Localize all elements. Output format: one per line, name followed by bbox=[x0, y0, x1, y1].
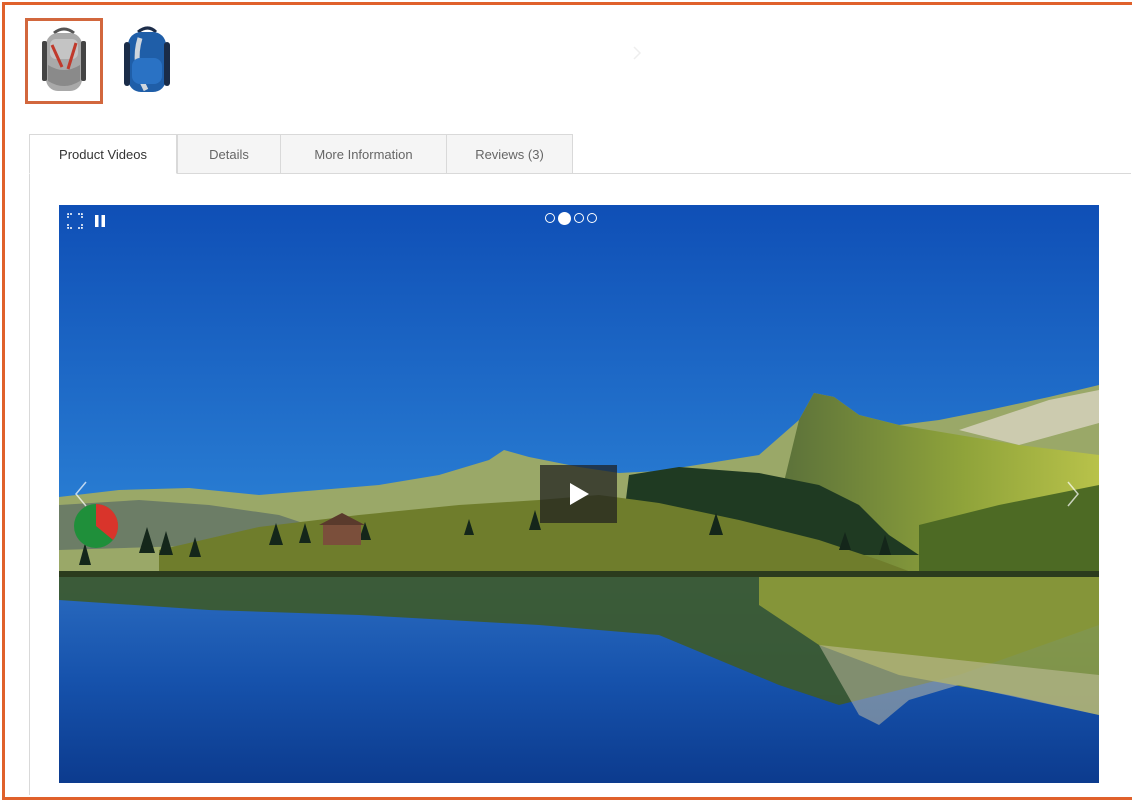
slide-dot-4[interactable] bbox=[587, 213, 597, 223]
tab-more-information[interactable]: More Information bbox=[280, 134, 447, 174]
tab-label: Reviews (3) bbox=[475, 146, 544, 162]
fullscreen-icon[interactable] bbox=[67, 213, 83, 229]
tab-details[interactable]: Details bbox=[177, 134, 281, 174]
gray-backpack-icon bbox=[42, 27, 86, 91]
video-player[interactable] bbox=[59, 205, 1099, 783]
next-arrow-icon bbox=[633, 46, 642, 60]
slide-indicator bbox=[545, 212, 597, 227]
slide-dot-1[interactable] bbox=[545, 213, 555, 223]
tab-reviews[interactable]: Reviews (3) bbox=[446, 134, 573, 174]
thumbnail-blue-backpack[interactable] bbox=[107, 18, 185, 104]
slide-dot-2[interactable] bbox=[558, 212, 571, 225]
tab-label: Details bbox=[209, 146, 249, 162]
thumbnail-gray-backpack[interactable] bbox=[25, 18, 103, 104]
pause-icon[interactable] bbox=[94, 213, 106, 229]
slide-dot-3[interactable] bbox=[574, 213, 584, 223]
tab-label: Product Videos bbox=[59, 146, 147, 162]
tab-product-videos[interactable]: Product Videos bbox=[29, 134, 177, 174]
loading-progress-icon bbox=[74, 503, 119, 548]
play-icon bbox=[569, 483, 589, 505]
play-button[interactable] bbox=[540, 465, 617, 523]
blue-backpack-icon bbox=[124, 26, 170, 92]
next-arrow-icon[interactable] bbox=[1065, 480, 1081, 508]
tab-label: More Information bbox=[314, 146, 413, 162]
